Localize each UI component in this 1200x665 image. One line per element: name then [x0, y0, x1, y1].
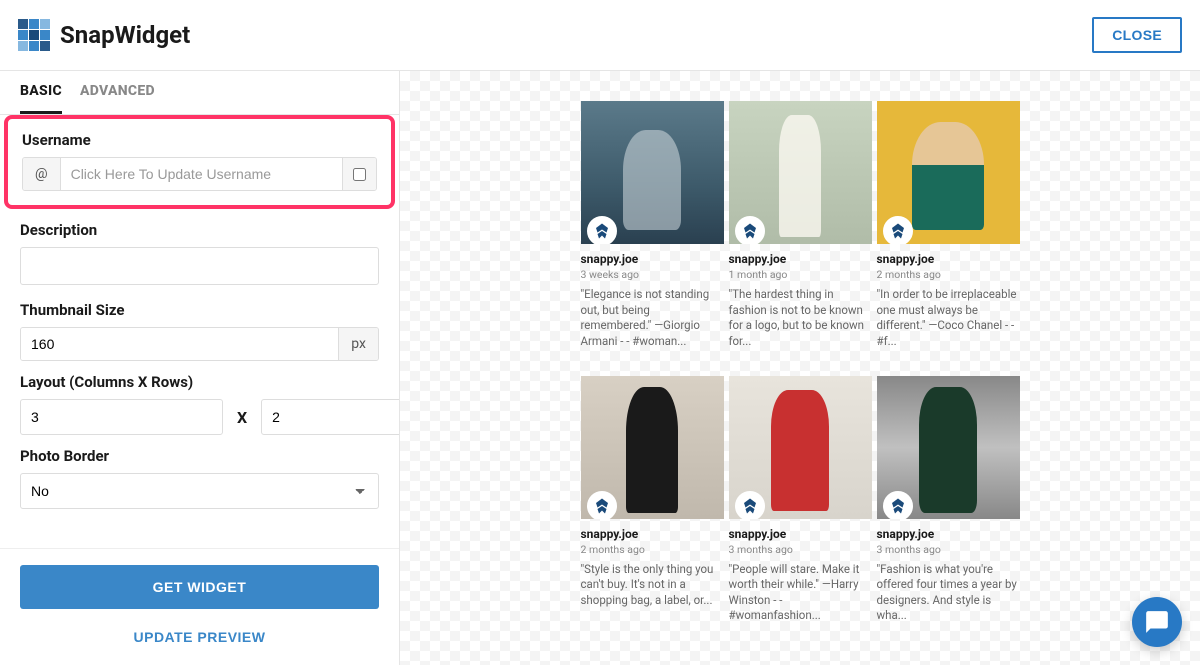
post-caption: "In order to be irreplaceable one must a…: [877, 287, 1020, 349]
columns-input[interactable]: [20, 399, 223, 435]
chat-icon: [1144, 609, 1170, 635]
description-label: Description: [20, 221, 379, 239]
post-caption: "Style is the only thing you can't buy. …: [581, 562, 724, 609]
preview-pane: snappy.joe 3 weeks ago "Elegance is not …: [400, 71, 1200, 665]
border-select[interactable]: No: [20, 473, 379, 509]
post-image[interactable]: [877, 101, 1020, 244]
tab-advanced[interactable]: ADVANCED: [80, 83, 155, 114]
post-time: 2 months ago: [581, 543, 724, 556]
post-card[interactable]: snappy.joe 3 months ago "Fashion is what…: [877, 376, 1020, 646]
preview-grid: snappy.joe 3 weeks ago "Elegance is not …: [581, 71, 1020, 665]
post-username: snappy.joe: [729, 252, 872, 266]
close-button[interactable]: CLOSE: [1092, 17, 1182, 53]
post-caption: "People will stare. Make it worth their …: [729, 562, 872, 624]
thumbnail-group: px: [20, 327, 379, 361]
post-username: snappy.joe: [581, 252, 724, 266]
post-caption: "Elegance is not standing out, but being…: [581, 287, 724, 349]
avatar: [735, 491, 765, 519]
description-input[interactable]: [20, 247, 379, 285]
avatar: [883, 216, 913, 244]
layout-label: Layout (Columns X Rows): [20, 373, 379, 391]
logo: SnapWidget: [18, 19, 190, 51]
avatar: [587, 491, 617, 519]
get-widget-button[interactable]: GET WIDGET: [20, 565, 379, 609]
thumbnail-label: Thumbnail Size: [20, 301, 379, 319]
thumbnail-input[interactable]: [21, 328, 338, 360]
post-time: 3 weeks ago: [581, 268, 724, 281]
post-card[interactable]: snappy.joe 3 weeks ago "Elegance is not …: [581, 101, 724, 371]
thumbnail-section: Thumbnail Size px: [0, 301, 399, 361]
post-username: snappy.joe: [581, 527, 724, 541]
tabs: BASIC ADVANCED: [0, 71, 399, 115]
post-image[interactable]: [729, 376, 872, 519]
post-time: 3 months ago: [877, 543, 1020, 556]
username-input[interactable]: [61, 158, 342, 190]
post-image[interactable]: [581, 376, 724, 519]
border-label: Photo Border: [20, 447, 379, 465]
post-caption: "Fashion is what you're offered four tim…: [877, 562, 1020, 624]
px-suffix: px: [338, 328, 378, 360]
avatar: [883, 491, 913, 519]
post-image[interactable]: [729, 101, 872, 244]
avatar: [587, 216, 617, 244]
post-time: 2 months ago: [877, 268, 1020, 281]
post-username: snappy.joe: [877, 252, 1020, 266]
post-card[interactable]: snappy.joe 3 months ago "People will sta…: [729, 376, 872, 646]
username-checkbox[interactable]: [353, 168, 366, 181]
username-highlight: Username @: [4, 115, 395, 209]
tab-basic[interactable]: BASIC: [20, 83, 62, 114]
post-image[interactable]: [581, 101, 724, 244]
form-scroll[interactable]: Username @ Description Thumbnail Size px: [0, 115, 399, 548]
rows-input[interactable]: [261, 399, 399, 435]
post-card[interactable]: snappy.joe 2 months ago "Style is the on…: [581, 376, 724, 646]
brand-icon: [18, 19, 50, 51]
post-time: 1 month ago: [729, 268, 872, 281]
post-username: snappy.joe: [877, 527, 1020, 541]
layout-section: Layout (Columns X Rows) X: [0, 373, 399, 435]
username-group: @: [22, 157, 377, 191]
sidebar: BASIC ADVANCED Username @ Description T: [0, 71, 400, 665]
username-checkbox-wrap: [342, 158, 376, 190]
update-preview-button[interactable]: UPDATE PREVIEW: [20, 619, 379, 655]
at-prefix: @: [23, 158, 61, 190]
layout-x: X: [237, 408, 247, 427]
post-caption: "The hardest thing in fashion is not to …: [729, 287, 872, 349]
avatar: [735, 216, 765, 244]
post-username: snappy.joe: [729, 527, 872, 541]
description-section: Description: [0, 221, 399, 289]
brand-name: SnapWidget: [60, 21, 190, 49]
username-label: Username: [22, 131, 377, 149]
post-card[interactable]: snappy.joe 1 month ago "The hardest thin…: [729, 101, 872, 371]
post-time: 3 months ago: [729, 543, 872, 556]
post-image[interactable]: [877, 376, 1020, 519]
chat-button[interactable]: [1132, 597, 1182, 647]
header: SnapWidget CLOSE: [0, 0, 1200, 71]
post-card[interactable]: snappy.joe 2 months ago "In order to be …: [877, 101, 1020, 371]
border-section: Photo Border No: [0, 447, 399, 509]
sidebar-footer: GET WIDGET UPDATE PREVIEW: [0, 548, 399, 665]
